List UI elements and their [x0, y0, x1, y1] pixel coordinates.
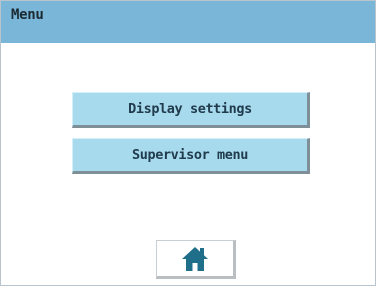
menu-screen: Menu Display settings Supervisor menu — [0, 0, 376, 286]
home-icon — [182, 246, 208, 271]
title-bar: Menu — [1, 1, 375, 43]
display-settings-button[interactable]: Display settings — [72, 92, 310, 128]
home-button[interactable] — [156, 240, 236, 279]
supervisor-menu-button[interactable]: Supervisor menu — [72, 138, 310, 174]
page-title: Menu — [11, 7, 44, 23]
